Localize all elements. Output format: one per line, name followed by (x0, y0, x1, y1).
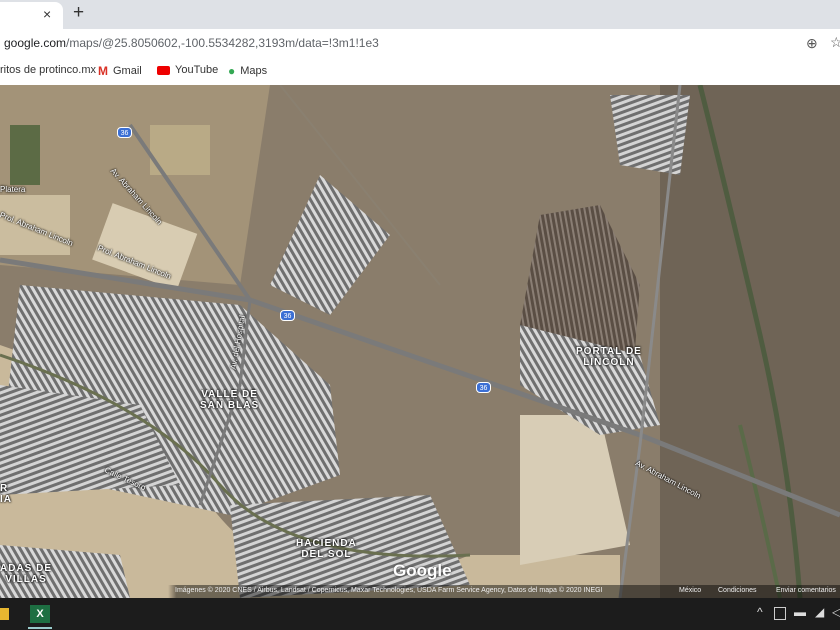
url-host: google.com (4, 36, 67, 50)
place-label: Platera (0, 185, 26, 194)
new-tab-button[interactable]: + (73, 2, 84, 24)
bookmark-youtube[interactable]: YouTube (157, 64, 218, 76)
highway-shield: 36 (476, 382, 491, 393)
bookmark-protinco[interactable]: ritos de protinco.mx (0, 64, 96, 76)
google-logo: Google (393, 561, 452, 580)
youtube-icon (157, 65, 170, 75)
bookmark-maps[interactable]: ● Maps (228, 64, 267, 78)
area-label: VALLE DE SAN BLAS (200, 389, 260, 411)
bookmark-label: Gmail (113, 65, 142, 77)
taskbar: X ^ ▬ ◢ ◁ (0, 598, 840, 630)
tray-app-icon[interactable] (774, 607, 786, 620)
network-icon[interactable]: ▬ (794, 605, 806, 619)
bookmarks-bar: ritos de protinco.mx M Gmail YouTube ● Map… (0, 58, 840, 85)
area-label: ADAS DE VILLAS (0, 563, 53, 585)
maps-icon: ● (228, 64, 236, 78)
excel-icon[interactable]: X (30, 605, 50, 623)
bookmark-label: ritos de protinco.mx (0, 64, 96, 76)
bookmark-gmail[interactable]: M Gmail (98, 64, 142, 78)
address-bar[interactable]: google.com/maps/@25.8050602,-100.5534282… (0, 29, 840, 58)
map-footer: Imágenes © 2020 CNES / Airbus, Landsat /… (0, 585, 840, 598)
close-tab-icon[interactable]: × (43, 6, 51, 22)
area-label: HACIENDA DEL SOL (296, 538, 357, 560)
terms-link[interactable]: Condiciones (718, 587, 757, 594)
area-label: PORTAL DE LINCOLN (576, 346, 642, 368)
satellite-map[interactable]: Platera Av. Abraham Lincoln Prol. Abraha… (0, 85, 840, 598)
url-field[interactable]: google.com/maps/@25.8050602,-100.5534282… (4, 36, 379, 50)
file-explorer-icon[interactable] (0, 608, 9, 620)
tray-chevron-icon[interactable]: ^ (757, 605, 763, 619)
bookmark-label: YouTube (175, 64, 219, 76)
volume-icon[interactable]: ◁ (832, 605, 840, 619)
zoom-icon[interactable]: ⊕ (806, 35, 818, 52)
highway-shield: 36 (280, 310, 295, 321)
wifi-icon[interactable]: ◢ (815, 605, 824, 619)
attribution: Imágenes © 2020 CNES / Airbus, Landsat /… (175, 587, 603, 594)
area-label: R IA (0, 483, 12, 505)
excel-active-indicator (28, 627, 52, 629)
bookmark-star-icon[interactable]: ☆ (830, 34, 840, 51)
gmail-icon: M (98, 64, 108, 78)
tab-bar: × + (0, 0, 840, 29)
active-tab[interactable]: × (0, 2, 63, 29)
satellite-imagery (0, 85, 840, 598)
bookmark-label: Maps (240, 65, 268, 77)
highway-shield: 36 (117, 127, 132, 138)
country-link[interactable]: México (679, 587, 701, 594)
url-path: /maps/@25.8050602,-100.5534282,3193m/dat… (66, 36, 379, 50)
feedback-link[interactable]: Enviar comentarios (776, 587, 836, 594)
